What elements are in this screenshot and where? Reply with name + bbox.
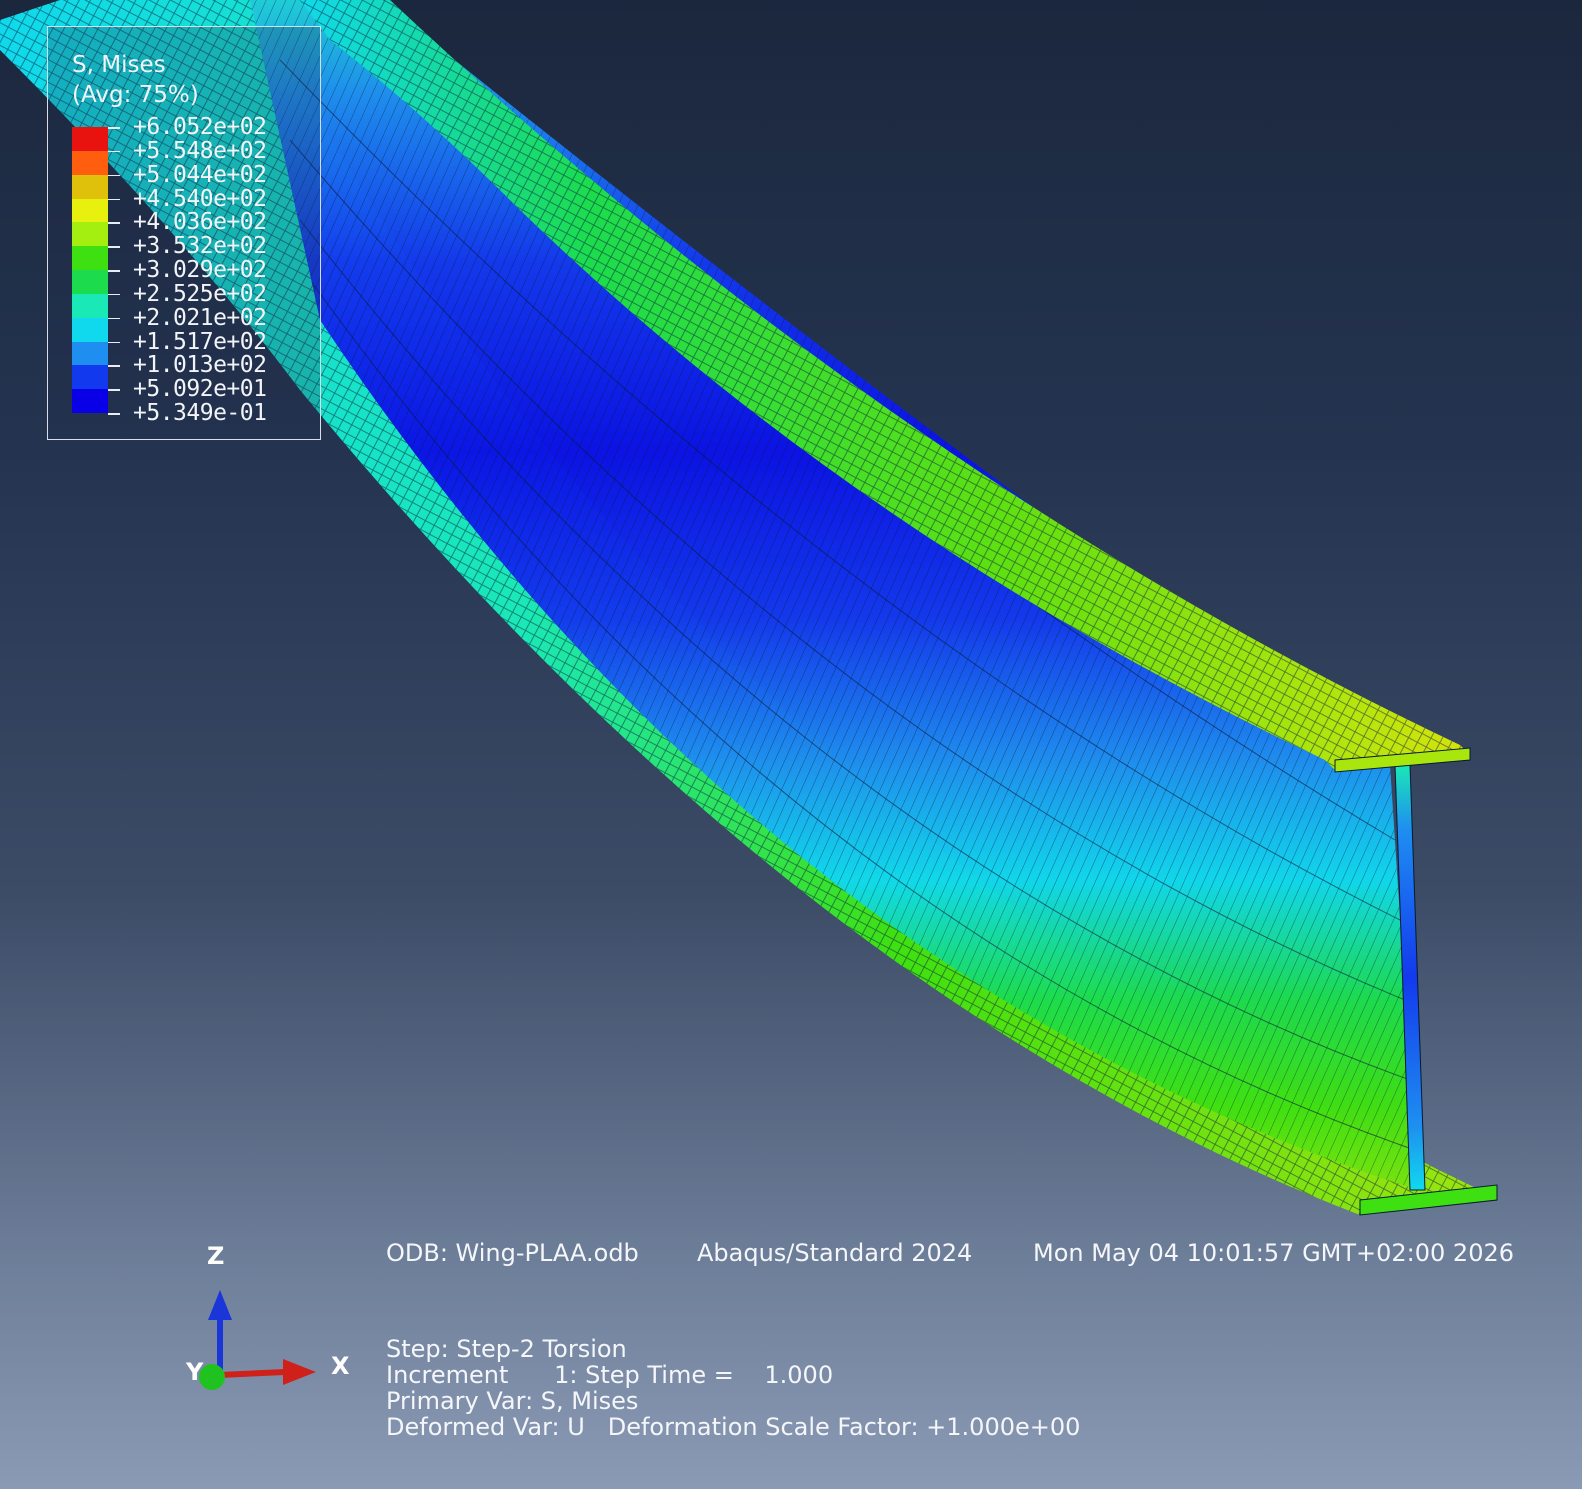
legend-value: +4.036e+02 — [133, 209, 267, 236]
legend-value: +5.548e+02 — [133, 137, 267, 164]
legend-color-bar — [72, 127, 108, 414]
primary-variable: Primary Var: S, Mises — [386, 1387, 639, 1415]
z-axis-arrowhead — [208, 1290, 232, 1320]
legend-tick — [108, 293, 120, 296]
legend-tick — [108, 365, 120, 367]
increment-info: Increment 1: Step Time = 1.000 — [386, 1361, 834, 1389]
legend-swatch — [72, 389, 108, 414]
legend-value: +4.540e+02 — [133, 185, 267, 212]
legend-swatch — [72, 198, 108, 223]
stress-legend[interactable]: S, Mises (Avg: 75%) +6.052e+02 +5.548e+02… — [47, 26, 321, 440]
legend-value: +5.044e+02 — [133, 161, 267, 188]
z-axis-label: Z — [207, 1242, 225, 1270]
legend-tick — [108, 341, 120, 343]
legend-tick — [108, 150, 120, 153]
y-axis-label: Y — [186, 1358, 204, 1386]
legend-tick — [108, 389, 120, 391]
legend-value: +6.052e+02 — [133, 114, 267, 140]
step-name: Step: Step-2 Torsion — [386, 1335, 627, 1363]
legend-value: +5.092e+01 — [133, 376, 267, 403]
legend-tick — [108, 270, 120, 272]
legend-subtitle: (Avg: 75%) — [72, 82, 199, 108]
legend-swatch — [72, 270, 108, 295]
x-axis-label: X — [331, 1352, 350, 1380]
legend-swatch — [72, 317, 108, 342]
legend-value: +3.532e+02 — [133, 233, 267, 260]
legend-tick — [108, 413, 120, 415]
odb-name: ODB: Wing-PLAA.odb — [386, 1239, 639, 1267]
legend-swatch — [72, 174, 108, 199]
legend-tick — [108, 222, 120, 224]
legend-title: S, Mises — [72, 52, 166, 78]
legend-swatch — [72, 150, 108, 176]
legend-value: +5.349e-01 — [133, 400, 267, 426]
web — [240, 0, 1418, 1190]
legend-value: +2.021e+02 — [133, 304, 267, 331]
legend-tick — [108, 174, 120, 177]
legend-swatch — [72, 365, 108, 390]
axis-triad: Z Y X — [180, 1240, 360, 1420]
legend-value: +2.525e+02 — [133, 280, 267, 307]
legend-tick — [108, 317, 120, 320]
legend-swatch — [72, 293, 108, 319]
legend-swatch — [72, 246, 108, 271]
legend-swatch — [72, 127, 108, 152]
legend-swatch — [72, 222, 108, 247]
legend-tick — [108, 127, 120, 129]
legend-tick — [108, 246, 120, 248]
legend-tick — [108, 198, 120, 200]
viewport[interactable]: S, Mises (Avg: 75%) +6.052e+02 +5.548e+02… — [0, 0, 1582, 1489]
legend-swatch — [72, 341, 108, 366]
legend-value: +3.029e+02 — [133, 257, 267, 283]
x-axis-arrowhead — [283, 1359, 316, 1385]
x-axis-arrow — [219, 1369, 286, 1378]
legend-value: +1.013e+02 — [133, 352, 267, 379]
solver-version: Abaqus/Standard 2024 — [697, 1239, 973, 1267]
legend-value: +1.517e+02 — [133, 328, 267, 355]
deformed-variable: Deformed Var: U Deformation Scale Factor… — [386, 1413, 1081, 1441]
timestamp: Mon May 04 10:01:57 GMT+02:00 2026 — [1033, 1239, 1515, 1267]
